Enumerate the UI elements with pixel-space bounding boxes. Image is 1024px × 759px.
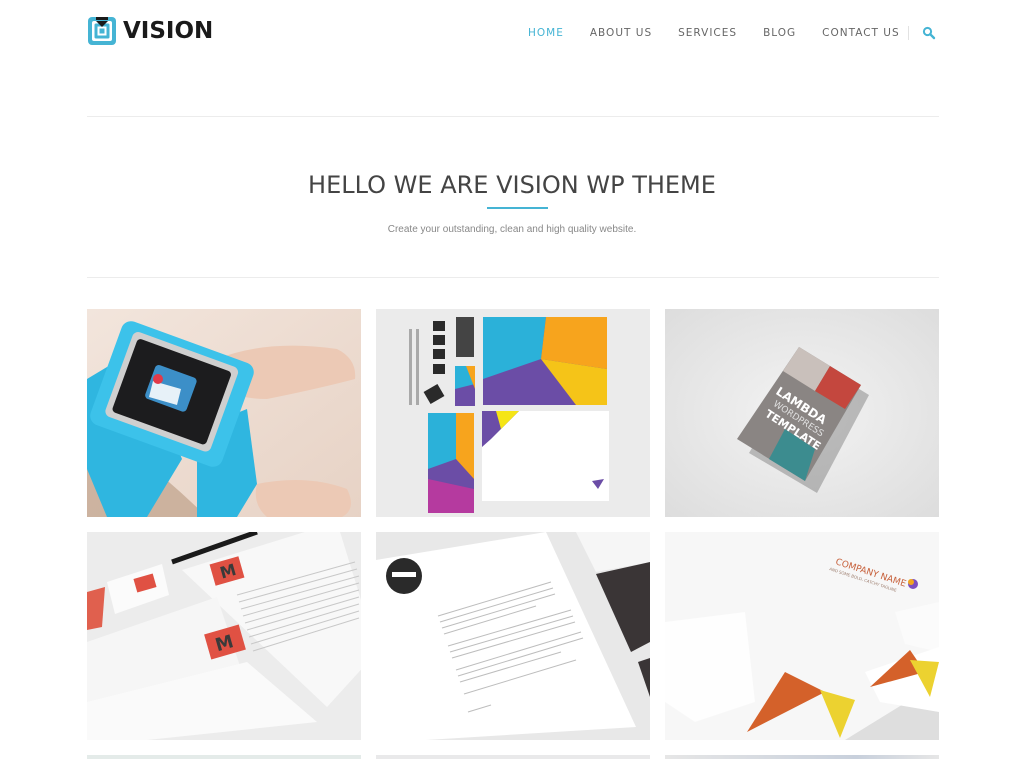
- nav-item-blog[interactable]: BLOG: [763, 26, 796, 40]
- portfolio-item-8-image: [376, 755, 650, 759]
- nav-item-contact-us[interactable]: CONTACT US: [822, 26, 899, 40]
- brand-name: VISION: [123, 17, 214, 44]
- portfolio-item-9[interactable]: [665, 755, 939, 759]
- lambda-brochure-image: LAMBDA WORDPRESS TEMPLATE: [665, 309, 939, 517]
- letterhead-image: [376, 532, 650, 740]
- portfolio-item-red-m-stationery[interactable]: M M: [87, 532, 361, 740]
- portfolio-item-letterhead[interactable]: [376, 532, 650, 740]
- header-divider: [87, 116, 939, 117]
- red-m-stationery-image: M M: [87, 532, 361, 740]
- portfolio-item-lambda-brochure[interactable]: LAMBDA WORDPRESS TEMPLATE: [665, 309, 939, 517]
- geometric-stationery-image: [376, 309, 650, 517]
- section-divider: [87, 277, 939, 278]
- site-header: VISION HOME ABOUT US SERVICES BLOG CONTA…: [0, 0, 1024, 116]
- hero-title-underline: [487, 207, 548, 209]
- company-stationery-image: COMPANY NAME AND SOME BOLD, CATCHY TAGLI…: [665, 532, 939, 740]
- portfolio-item-smartwatch[interactable]: [87, 309, 361, 517]
- hero-subtitle: Create your outstanding, clean and high …: [387, 224, 637, 235]
- portfolio-item-8[interactable]: [376, 755, 650, 759]
- portfolio-item-7-image: [87, 755, 361, 759]
- portfolio-item-geometric-stationery[interactable]: [376, 309, 650, 517]
- concentric-square-logo-icon: [87, 16, 117, 46]
- nav-separator: [908, 26, 909, 40]
- nav-item-about-us[interactable]: ABOUT US: [590, 26, 652, 40]
- hero-title: HELLO WE ARE VISION WP THEME: [308, 171, 716, 199]
- nav-item-services[interactable]: SERVICES: [678, 26, 737, 40]
- search-icon[interactable]: [922, 26, 936, 40]
- nav-item-home[interactable]: HOME: [528, 26, 564, 40]
- portfolio-item-9-image: [665, 755, 939, 759]
- logo-link[interactable]: VISION: [87, 15, 213, 46]
- main-navigation: HOME ABOUT US SERVICES BLOG CONTACT US: [528, 26, 926, 40]
- portfolio-item-company-stationery[interactable]: COMPANY NAME AND SOME BOLD, CATCHY TAGLI…: [665, 532, 939, 740]
- smartwatch-image: [87, 309, 361, 517]
- portfolio-item-7[interactable]: [87, 755, 361, 759]
